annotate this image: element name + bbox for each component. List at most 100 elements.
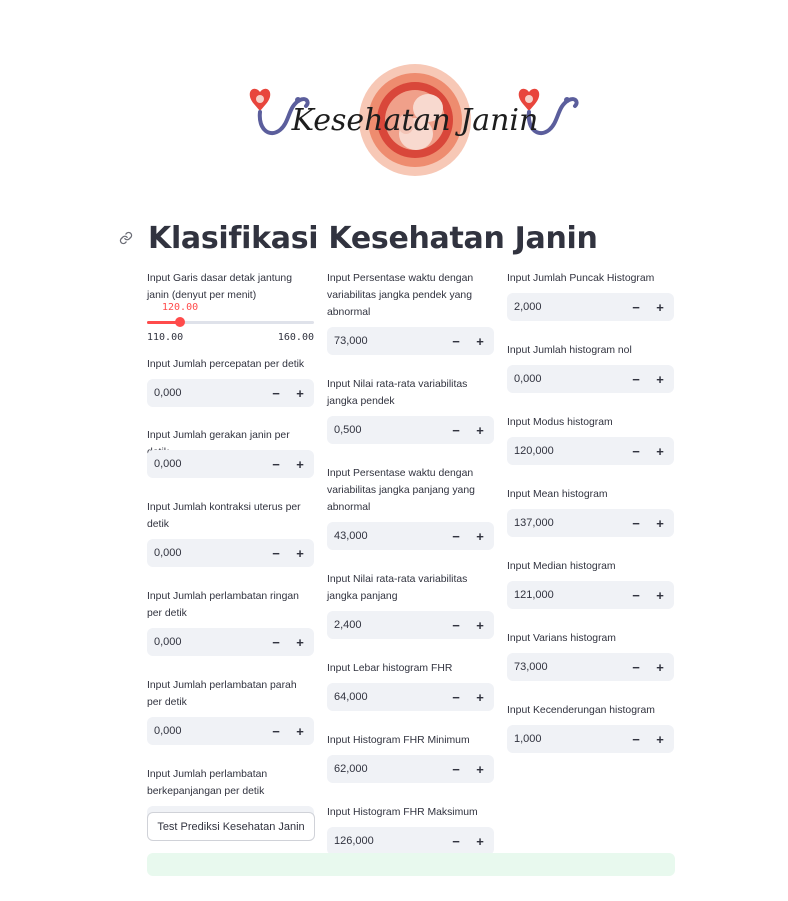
number-input[interactable]: 0,000−+ — [147, 539, 314, 567]
minus-icon[interactable]: − — [264, 628, 288, 656]
number-input-label: Input Modus histogram — [507, 417, 613, 428]
plus-icon[interactable]: + — [648, 581, 672, 609]
number-input-value[interactable]: 62,000 — [327, 763, 444, 775]
baseline-heart-rate-slider: Input Garis dasar detak jantung janin (d… — [147, 270, 314, 356]
number-input-field: Input Jumlah percepatan per detik 0,000− + — [147, 356, 314, 407]
number-input[interactable]: 62,000− + — [327, 755, 494, 783]
number-input-field: Input Nilai rata-rata variabilitas jangk… — [327, 376, 494, 444]
number-input-label: Input Jumlah kontraksi uterus per detik — [147, 502, 301, 530]
link-icon[interactable] — [116, 228, 136, 248]
minus-icon[interactable]: − — [444, 683, 468, 711]
number-input-value[interactable]: 2,000 — [507, 301, 624, 313]
number-input-field: Input Jumlah Puncak Histogram 2,000− + — [507, 270, 674, 321]
number-input[interactable]: 0,000−+ — [147, 628, 314, 656]
plus-icon[interactable]: + — [468, 522, 492, 550]
number-input[interactable]: 73,000− + — [327, 327, 494, 355]
number-input[interactable]: 0,000−+ — [147, 379, 314, 407]
number-input[interactable]: 120,000− + — [507, 437, 674, 465]
number-input-value[interactable]: 0,000 — [147, 725, 264, 737]
plus-icon[interactable]: + — [288, 379, 312, 407]
success-alert — [147, 853, 675, 876]
number-input-value[interactable]: 126,000 — [327, 835, 444, 847]
slider-track[interactable] — [147, 317, 314, 327]
number-input-field: Input Nilai rata-rata variabilitas jangk… — [327, 571, 494, 639]
minus-icon[interactable]: − — [624, 509, 648, 537]
plus-icon[interactable]: + — [648, 725, 672, 753]
number-input[interactable]: 0,000−+ — [507, 365, 674, 393]
number-input[interactable]: 73,000− + — [507, 653, 674, 681]
minus-icon[interactable]: − — [624, 725, 648, 753]
minus-icon[interactable]: − — [264, 379, 288, 407]
number-input[interactable]: 2,000− + — [507, 293, 674, 321]
number-input[interactable]: 0,000−+ — [147, 717, 314, 745]
minus-icon[interactable]: − — [624, 437, 648, 465]
plus-icon[interactable]: + — [648, 509, 672, 537]
predict-button[interactable]: Test Prediksi Kesehatan Janin — [147, 812, 315, 841]
number-input-value[interactable]: 0,500 — [327, 424, 444, 436]
plus-icon[interactable]: + — [468, 827, 492, 855]
number-input-value[interactable]: 0,000 — [147, 458, 264, 470]
number-input[interactable]: 126,000− + — [327, 827, 494, 855]
number-input-value[interactable]: 2,400 — [327, 619, 444, 631]
number-input-value[interactable]: 0,000 — [147, 547, 264, 559]
number-input-value[interactable]: 43,000 — [327, 530, 444, 542]
minus-icon[interactable]: − — [264, 717, 288, 745]
number-input-value[interactable]: 121,000 — [507, 589, 624, 601]
number-input-label: Input Persentase waktu dengan variabilit… — [327, 468, 475, 513]
minus-icon[interactable]: − — [264, 450, 288, 478]
page-header: Klasifikasi Kesehatan Janin — [116, 218, 598, 258]
number-input[interactable]: 137,000− + — [507, 509, 674, 537]
minus-icon[interactable]: − — [624, 653, 648, 681]
number-input[interactable]: 1,000− + — [507, 725, 674, 753]
number-input-value[interactable]: 0,000 — [147, 636, 264, 648]
input-column-3: Input Jumlah Puncak Histogram 2,000− + Inpu… — [507, 270, 674, 753]
plus-icon[interactable]: + — [468, 611, 492, 639]
input-column-2: Input Persentase waktu dengan variabilit… — [327, 270, 494, 855]
number-input-field: Input Persentase waktu dengan variabilit… — [327, 270, 494, 355]
plus-icon[interactable]: + — [648, 653, 672, 681]
number-input-value[interactable]: 73,000 — [507, 661, 624, 673]
minus-icon[interactable]: − — [624, 365, 648, 393]
slider-max-label: 160.00 — [277, 332, 314, 343]
slider-thumb[interactable] — [175, 317, 186, 327]
slider-label: Input Garis dasar detak jantung janin (d… — [147, 273, 292, 301]
minus-icon[interactable]: − — [444, 327, 468, 355]
number-input-value[interactable]: 73,000 — [327, 335, 444, 347]
minus-icon[interactable]: − — [264, 539, 288, 567]
number-input[interactable]: 2,400− + — [327, 611, 494, 639]
plus-icon[interactable]: + — [468, 416, 492, 444]
plus-icon[interactable]: + — [288, 628, 312, 656]
number-input-value[interactable]: 0,000 — [147, 387, 264, 399]
number-input[interactable]: 0,000−+ — [147, 450, 314, 478]
minus-icon[interactable]: − — [624, 293, 648, 321]
minus-icon[interactable]: − — [444, 611, 468, 639]
number-input-value[interactable]: 120,000 — [507, 445, 624, 457]
number-input-value[interactable]: 0,000 — [507, 373, 624, 385]
minus-icon[interactable]: − — [444, 827, 468, 855]
number-input[interactable]: 0,500− + — [327, 416, 494, 444]
number-input[interactable]: 64,000− + — [327, 683, 494, 711]
plus-icon[interactable]: + — [288, 450, 312, 478]
number-input-label: Input Jumlah Puncak Histogram — [507, 273, 655, 284]
minus-icon[interactable]: − — [444, 755, 468, 783]
plus-icon[interactable]: + — [648, 293, 672, 321]
plus-icon[interactable]: + — [468, 683, 492, 711]
minus-icon[interactable]: − — [444, 416, 468, 444]
plus-icon[interactable]: + — [288, 539, 312, 567]
number-input-label: Input Histogram FHR Maksimum — [327, 807, 478, 818]
plus-icon[interactable]: + — [648, 437, 672, 465]
plus-icon[interactable]: + — [648, 365, 672, 393]
number-input-field: Input Median histogram 121,000− + — [507, 558, 674, 609]
number-input-value[interactable]: 137,000 — [507, 517, 624, 529]
plus-icon[interactable]: + — [288, 717, 312, 745]
number-input-value[interactable]: 1,000 — [507, 733, 624, 745]
plus-icon[interactable]: + — [468, 755, 492, 783]
number-input-field: Input Jumlah gerakan janin per detik0,00… — [147, 427, 314, 478]
number-input[interactable]: 43,000− + — [327, 522, 494, 550]
number-input[interactable]: 121,000− + — [507, 581, 674, 609]
plus-icon[interactable]: + — [468, 327, 492, 355]
number-input-value[interactable]: 64,000 — [327, 691, 444, 703]
number-input-label: Input Varians histogram — [507, 633, 616, 644]
minus-icon[interactable]: − — [624, 581, 648, 609]
minus-icon[interactable]: − — [444, 522, 468, 550]
